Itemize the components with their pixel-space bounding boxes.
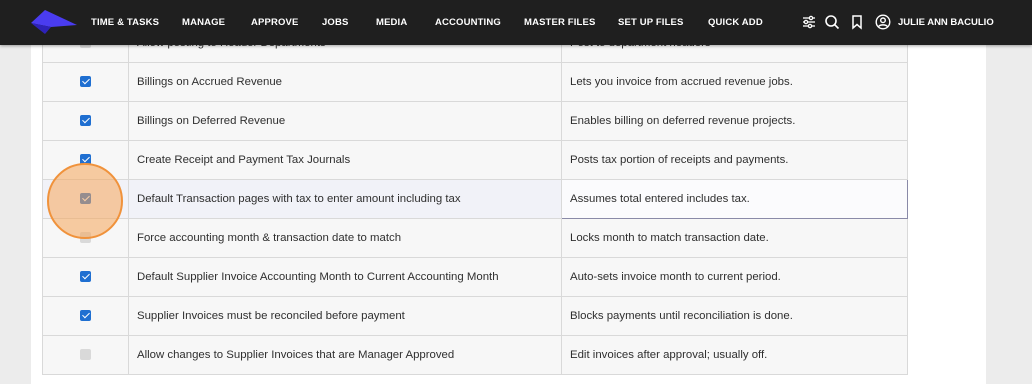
setting-checkbox[interactable] <box>80 349 91 361</box>
bookmark-icon[interactable] <box>849 14 865 30</box>
setting-checkbox-cell <box>42 335 129 375</box>
setting-name: Billings on Deferred Revenue <box>128 101 562 141</box>
brand-logo[interactable] <box>31 10 77 34</box>
setting-checkbox[interactable] <box>80 115 91 127</box>
nav-set-up-files[interactable]: SET UP FILES <box>618 0 684 45</box>
setting-description: Locks month to match transaction date. <box>561 218 908 258</box>
setting-checkbox[interactable] <box>80 193 91 205</box>
setting-name: Default Transaction pages with tax to en… <box>128 179 562 219</box>
setting-checkbox-cell <box>42 62 129 102</box>
table-row: Default Supplier Invoice Accounting Mont… <box>42 257 908 297</box>
setting-description: Lets you invoice from accrued revenue jo… <box>561 62 908 102</box>
setting-name: Billings on Accrued Revenue <box>128 62 562 102</box>
setting-checkbox-cell <box>42 218 129 258</box>
right-gutter <box>986 45 1032 384</box>
setting-description: Posts tax portion of receipts and paymen… <box>561 140 908 180</box>
search-icon[interactable] <box>824 14 840 30</box>
setting-name: Force accounting month & transaction dat… <box>128 218 562 258</box>
setting-checkbox[interactable] <box>80 310 91 322</box>
setting-description: Assumes total entered includes tax. <box>561 179 908 219</box>
nav-media[interactable]: MEDIA <box>376 0 407 45</box>
table-row: Create Receipt and Payment Tax Journals P… <box>42 140 908 180</box>
nav-manage[interactable]: MANAGE <box>182 0 225 45</box>
nav-master-files[interactable]: MASTER FILES <box>524 0 595 45</box>
setting-name: Default Supplier Invoice Accounting Mont… <box>128 257 562 297</box>
setting-description: Enables billing on deferred revenue proj… <box>561 101 908 141</box>
setting-checkbox-cell <box>42 101 129 141</box>
nav-accounting[interactable]: ACCOUNTING <box>435 0 501 45</box>
table-row: Default Transaction pages with tax to en… <box>42 179 908 219</box>
setting-checkbox[interactable] <box>80 76 91 88</box>
setting-checkbox-cell <box>42 296 129 336</box>
setting-checkbox-cell <box>42 179 129 219</box>
table-row: Billings on Deferred Revenue Enables bill… <box>42 101 908 141</box>
nav-approve[interactable]: APPROVE <box>251 0 299 45</box>
table-row: Force accounting month & transaction dat… <box>42 218 908 258</box>
settings-panel: Allow posting to Header DepartmentsPost … <box>31 23 986 384</box>
user-name[interactable]: JULIE ANN BACULIO <box>898 0 994 45</box>
setting-name: Allow changes to Supplier Invoices that … <box>128 335 562 375</box>
setting-checkbox[interactable] <box>80 232 91 244</box>
nav-quick-add[interactable]: QUICK ADD <box>708 0 763 45</box>
user-circle-icon[interactable] <box>875 14 891 30</box>
setting-description: Auto-sets invoice month to current perio… <box>561 257 908 297</box>
setting-checkbox-cell <box>42 257 129 297</box>
table-row: Supplier Invoices must be reconciled bef… <box>42 296 908 336</box>
accounting-settings-table: Allow posting to Header DepartmentsPost … <box>42 23 908 375</box>
top-navigation-bar: TIME & TASKS MANAGE APPROVE JOBS MEDIA A… <box>0 0 1032 45</box>
table-row: Billings on Accrued Revenue Lets you invo… <box>42 62 908 102</box>
setting-checkbox-cell <box>42 140 129 180</box>
setting-description: Edit invoices after approval; usually of… <box>561 335 908 375</box>
setting-checkbox[interactable] <box>80 154 91 166</box>
setting-description: Blocks payments until reconciliation is … <box>561 296 908 336</box>
setting-checkbox[interactable] <box>80 271 91 283</box>
nav-jobs[interactable]: JOBS <box>322 0 348 45</box>
nav-time-tasks[interactable]: TIME & TASKS <box>91 0 159 45</box>
sliders-icon[interactable] <box>801 14 817 30</box>
setting-name: Create Receipt and Payment Tax Journals <box>128 140 562 180</box>
setting-name: Supplier Invoices must be reconciled bef… <box>128 296 562 336</box>
table-row: Allow changes to Supplier Invoices that … <box>42 335 908 375</box>
